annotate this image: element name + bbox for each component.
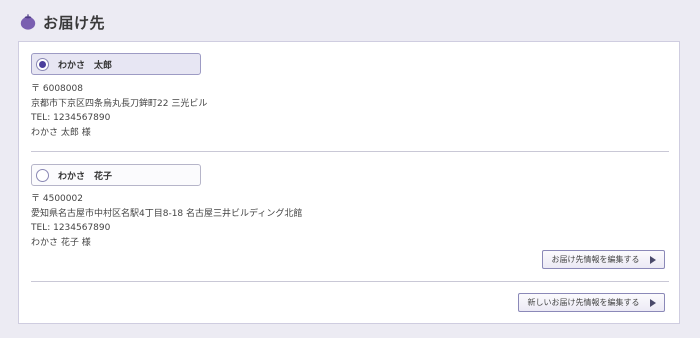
phone-number: TEL: 1234567890 [31, 223, 111, 233]
divider [31, 151, 669, 152]
edit-address-button[interactable]: お届け先情報を編集する [542, 250, 665, 269]
address-details-1: 〒 6008008 京都市下京区四条烏丸長刀鉾町22 三光ビル TEL: 123… [31, 82, 207, 140]
section-header: お届け先 [19, 11, 105, 33]
play-arrow-icon [649, 298, 656, 307]
address-option-1[interactable]: わかさ 太郎 [31, 53, 201, 75]
edit-address-label: お届け先情報を編集する [551, 255, 640, 264]
new-address-label: 新しいお届け先情報を編集する [527, 298, 640, 307]
address-name: わかさ 太郎 [58, 60, 113, 71]
postal-code: 〒 6008008 [31, 84, 83, 94]
address-details-2: 〒 4500002 愛知県名古屋市中村区名駅4丁目8-18 名古屋三井ビルディン… [31, 192, 302, 250]
radio-button-unselected[interactable] [36, 168, 49, 182]
tomato-icon [20, 14, 36, 30]
street-address: 京都市下京区四条烏丸長刀鉾町22 三光ビル [31, 98, 208, 109]
postal-code: 〒 4500002 [31, 194, 83, 204]
radio-button-selected[interactable] [36, 57, 49, 71]
address-panel: わかさ 太郎 〒 6008008 京都市下京区四条烏丸長刀鉾町22 三光ビル T… [18, 41, 680, 324]
page-title: お届け先 [43, 13, 106, 32]
address-option-2[interactable]: わかさ 花子 [31, 164, 201, 186]
new-address-button[interactable]: 新しいお届け先情報を編集する [518, 293, 665, 312]
play-arrow-icon [649, 255, 656, 264]
recipient-name: わかさ 太郎 様 [31, 127, 91, 138]
divider [31, 281, 669, 282]
recipient-name: わかさ 花子 様 [31, 237, 91, 248]
phone-number: TEL: 1234567890 [31, 113, 111, 123]
address-name: わかさ 花子 [58, 171, 113, 182]
street-address: 愛知県名古屋市中村区名駅4丁目8-18 名古屋三井ビルディング北館 [31, 208, 303, 219]
